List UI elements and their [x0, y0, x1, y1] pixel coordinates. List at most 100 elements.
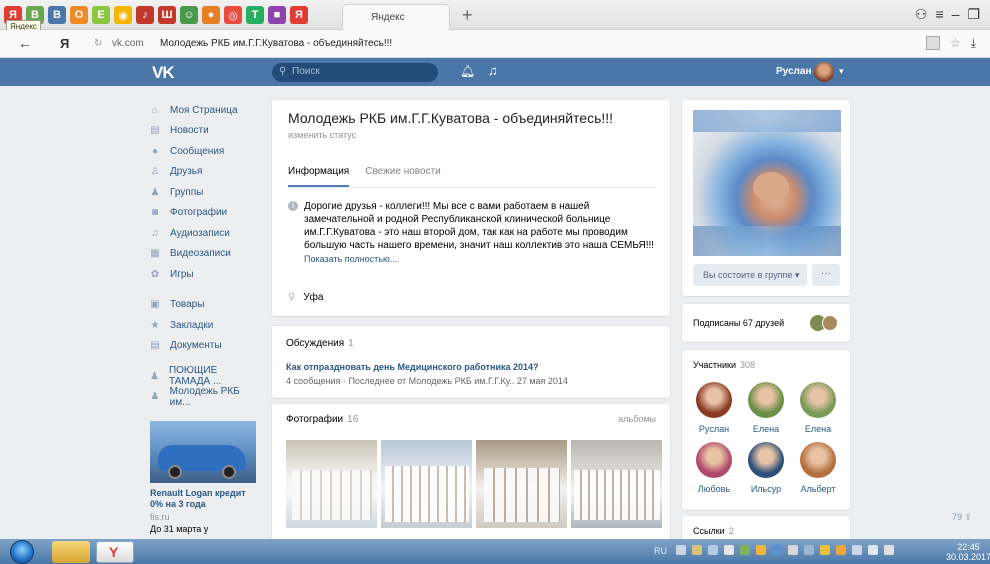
member-item[interactable]: Любовь [690, 442, 738, 494]
extension-icon[interactable] [925, 36, 940, 50]
restore-icon[interactable]: ❐ [967, 6, 980, 23]
pinned-tab-icon[interactable]: ■ [268, 6, 286, 24]
pinned-tab-icon[interactable]: ☺ [180, 6, 198, 24]
reload-icon[interactable]: ↻ [94, 38, 102, 49]
tray-icon[interactable] [852, 545, 862, 555]
tray-icon[interactable] [836, 545, 846, 555]
member-item[interactable]: Руслан [690, 382, 738, 434]
start-button[interactable] [10, 540, 34, 564]
system-clock[interactable]: 22:45 30.03.2017 [946, 542, 990, 562]
url-domain[interactable]: vk.com [112, 38, 144, 49]
menu-item[interactable]: ▤ Документы [150, 336, 260, 357]
tray-icon[interactable] [708, 545, 718, 555]
pinned-tab-icon[interactable]: ◎ [224, 6, 242, 24]
url-page-title[interactable]: Молодежь РКБ им.Г.Г.Куватова - объединяй… [160, 38, 392, 49]
notifications-bell-icon[interactable]: 🔔︎ [460, 64, 475, 78]
edit-status-link[interactable]: изменить статус [288, 130, 356, 140]
ad-site[interactable]: fis.ru [150, 512, 260, 522]
ad-title[interactable]: Renault Logan кредит 0% на 3 года [150, 488, 260, 510]
chevron-down-icon[interactable]: ▾ [839, 66, 844, 77]
menu-item-icon: ✿ [150, 268, 160, 280]
bookmark-star-icon[interactable]: ☆ [950, 36, 961, 51]
member-item[interactable]: Альберт [794, 442, 842, 494]
yandex-logo[interactable]: Я [60, 36, 69, 51]
member-item[interactable]: Ильсур [742, 442, 790, 494]
member-item[interactable]: Елена [794, 382, 842, 434]
discussion-item: Как отпраздновать день Медицинского рабо… [286, 362, 568, 386]
yandex-browser-taskbar-icon[interactable]: Y [96, 541, 134, 563]
menu-item-label: Сообщения [170, 145, 225, 157]
tray-icon[interactable] [676, 545, 686, 555]
tray-icon[interactable] [788, 545, 798, 555]
download-icon[interactable]: ⤓ [971, 36, 976, 51]
members-count: 308 [740, 360, 756, 370]
minimize-icon[interactable]: – [952, 6, 960, 23]
more-actions-button[interactable]: ··· [812, 264, 840, 286]
pinned-tab-icon[interactable]: ◉ [114, 6, 132, 24]
new-tab-button[interactable]: + [462, 5, 473, 26]
pinned-tab-icon[interactable]: ♪ [136, 6, 154, 24]
photos-heading[interactable]: Фотографии 16 [286, 414, 358, 425]
discussions-heading[interactable]: Обсуждения 1 [286, 338, 354, 349]
vk-logo[interactable]: VK [152, 63, 175, 83]
menu-item[interactable]: ◙ Фотографии [150, 203, 260, 224]
active-tab[interactable]: Яндекс [342, 4, 450, 30]
tray-icon[interactable] [804, 545, 814, 555]
menu-item[interactable]: ★ Закладки [150, 315, 260, 336]
tray-icon[interactable] [772, 545, 782, 555]
photo-thumbnail[interactable] [571, 440, 662, 528]
language-indicator[interactable]: RU [654, 546, 667, 556]
account-icon[interactable]: ⚇ [915, 6, 928, 23]
menu-item[interactable]: ▤ Новости [150, 121, 260, 142]
volume-icon[interactable] [884, 545, 894, 555]
tray-icon[interactable] [740, 545, 750, 555]
show-more-link[interactable]: Показать полностью... [304, 253, 660, 266]
photo-thumbnail[interactable] [286, 440, 377, 528]
tray-icon[interactable] [756, 545, 766, 555]
menu-item-icon: ⌂ [151, 104, 159, 116]
music-note-icon[interactable]: ♫ [488, 63, 498, 78]
pinned-tab-icon[interactable]: О [70, 6, 88, 24]
pinned-tab-icon[interactable]: В [48, 6, 66, 24]
links-heading[interactable]: Ссылки 2 [693, 526, 734, 536]
ad-image[interactable] [150, 421, 256, 483]
back-arrow-icon[interactable]: ← [18, 35, 32, 51]
menu-item[interactable]: ⌂ Моя Страница [150, 100, 260, 121]
pinned-tab-icon[interactable]: T [246, 6, 264, 24]
members-heading[interactable]: Участники 308 [693, 360, 755, 370]
tab-news[interactable]: Свежие новости [365, 166, 441, 187]
menu-item[interactable]: ♙ Друзья [150, 162, 260, 183]
member-status-button[interactable]: Вы состоите в группе ▾ [693, 264, 807, 286]
tray-icon[interactable] [692, 545, 702, 555]
menu-item[interactable]: ♟ Группы [150, 182, 260, 203]
pinned-tab-icon[interactable]: Ш [158, 6, 176, 24]
pinned-tab-icon[interactable]: Е [92, 6, 110, 24]
menu-icon[interactable]: ≡ [935, 6, 943, 23]
menu-item[interactable]: ♫ Аудиозаписи [150, 223, 260, 244]
tray-icon[interactable] [724, 545, 734, 555]
member-item[interactable]: Елена [742, 382, 790, 434]
tray-icon[interactable] [820, 545, 830, 555]
menu-item[interactable]: ♟ Молодежь РКБ им... [150, 386, 260, 408]
tab-info[interactable]: Информация [288, 166, 350, 187]
scroll-to-top-badge[interactable]: 79 ⇪ [952, 512, 972, 523]
photo-thumbnail[interactable] [476, 440, 567, 528]
menu-item[interactable]: ✿ Игры [150, 264, 260, 285]
albums-link[interactable]: альбомы [618, 414, 656, 424]
discussions-label: Обсуждения [286, 338, 345, 349]
photo-thumbnail[interactable] [381, 440, 472, 528]
friends-subscribed-card[interactable]: Подписаны 67 друзей [682, 304, 850, 342]
group-photo[interactable] [693, 110, 841, 256]
menu-item[interactable]: ♟ ПОЮЩИЕ ТАМАДА ... [150, 365, 260, 387]
search-input[interactable]: ⚲ Поиск [272, 63, 438, 82]
tray-icon[interactable] [868, 545, 878, 555]
explorer-taskbar-icon[interactable] [52, 541, 90, 563]
menu-item[interactable]: ▦ Видеозаписи [150, 244, 260, 265]
menu-item[interactable]: ● Сообщения [150, 141, 260, 162]
discussion-topic-link[interactable]: Как отпраздновать день Медицинского рабо… [286, 362, 568, 372]
menu-item[interactable]: ▣ Товары [150, 295, 260, 316]
user-avatar[interactable] [814, 62, 834, 82]
pinned-tab-icon[interactable]: Я [290, 6, 308, 24]
user-name[interactable]: Руслан [776, 66, 812, 77]
pinned-tab-icon[interactable]: ● [202, 6, 220, 24]
